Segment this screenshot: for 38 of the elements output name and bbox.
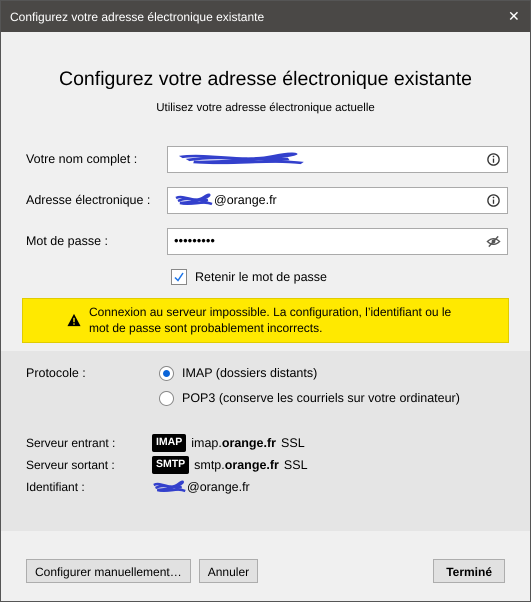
radio-button[interactable] — [159, 366, 174, 380]
password-value[interactable]: ••••••••• — [174, 231, 486, 251]
done-button[interactable]: Terminé — [433, 558, 505, 583]
input-field[interactable] — [167, 146, 508, 172]
eye-slash-icon[interactable] — [486, 234, 501, 248]
server-label: Serveur entrant : — [26, 435, 116, 452]
protocol-tag: SMTP — [152, 456, 190, 474]
server-host: smtp.orange.fr — [194, 456, 279, 474]
security-label: SSL — [284, 456, 308, 474]
radio-button[interactable] — [159, 391, 174, 406]
radio-label: IMAP (dossiers distants) — [182, 364, 318, 382]
checkbox-label: Retenir le mot de passe — [195, 268, 328, 286]
window-title: Configurez votre adresse électronique existante — [10, 8, 264, 26]
info-icon[interactable] — [486, 152, 501, 166]
dialog-button[interactable]: Configurer manuellement… — [26, 558, 191, 583]
security-label: SSL — [281, 434, 305, 452]
radio-label: POP3 (conserve les courriels sur votre ordinateur) — [182, 390, 460, 408]
dialog-subheading: Utilisez votre adresse électronique actuelle — [155, 101, 376, 116]
checkbox[interactable] — [171, 268, 187, 285]
protocol-label: Protocole : — [26, 364, 87, 382]
field-value[interactable]: @orange.fr — [214, 190, 486, 210]
input-field[interactable]: ••••••••• — [167, 228, 508, 254]
identifier-value: @orange.fr — [187, 478, 250, 496]
info-icon[interactable] — [486, 192, 501, 208]
protocol-tag: IMAP — [152, 434, 186, 452]
field-label: Mot de passe : — [26, 232, 109, 250]
field-label: Adresse électronique : — [26, 192, 152, 209]
redaction-scribble — [174, 192, 214, 208]
warning-text: Connexion au serveur impossible. La configuration, l’identifiant ou le mot de passe sont probablement incorrects. — [89, 304, 452, 337]
server-label: Serveur sortant : — [26, 457, 116, 474]
input-field[interactable]: @orange.fr — [167, 186, 508, 214]
field-label: Votre nom complet : — [26, 150, 138, 168]
warning-icon — [67, 313, 81, 328]
dialog-heading: Configurez votre adresse électronique existante — [58, 67, 473, 92]
dialog-button[interactable]: Annuler — [198, 558, 258, 583]
close-button[interactable]: ✕ — [506, 6, 522, 27]
identifier-label: Identifiant : — [26, 479, 86, 496]
server-host: imap.orange.fr — [191, 434, 276, 452]
